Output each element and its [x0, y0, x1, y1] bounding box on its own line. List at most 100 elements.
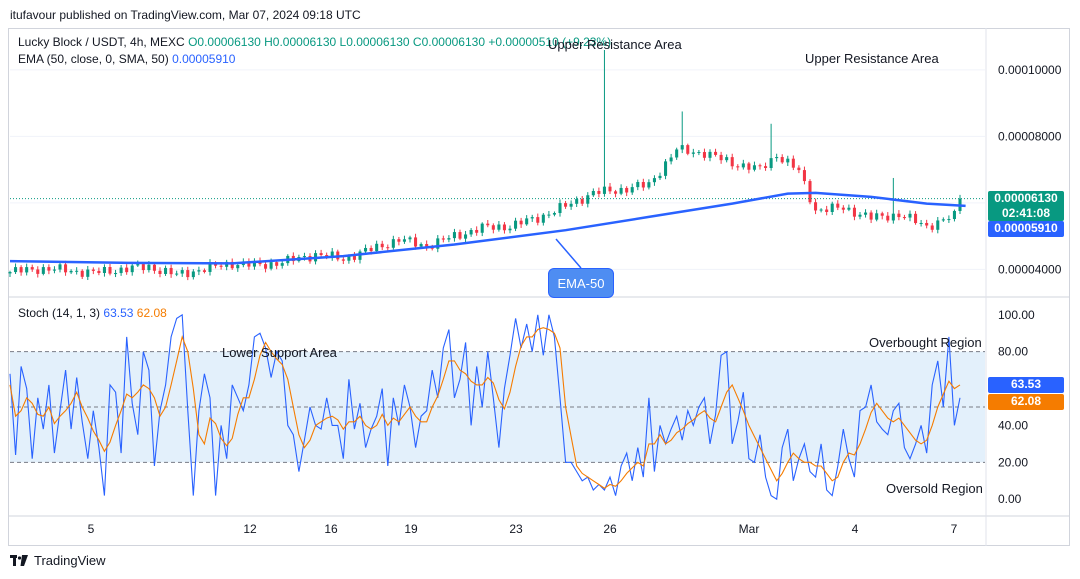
stoch-label[interactable]: Stoch (14, 1, 3) [18, 306, 100, 320]
candle-body [236, 265, 240, 269]
candle-body [219, 265, 223, 267]
time-tick-label: 23 [509, 522, 523, 536]
ema-price-tag: 0.00005910 [988, 221, 1064, 237]
candle-body [47, 267, 51, 271]
candle-body [675, 149, 679, 158]
candle-body [191, 271, 195, 278]
stoch-tick-label: 100.00 [998, 308, 1035, 322]
candle-body [797, 167, 801, 171]
candle-body [591, 190, 595, 196]
candle-body [19, 267, 23, 273]
candle-body [586, 195, 590, 204]
candle-body [319, 253, 323, 256]
candle-body [752, 165, 756, 170]
candle-body [836, 203, 840, 208]
candle-body [69, 270, 73, 273]
candle-body [180, 270, 184, 274]
candle-body [447, 238, 451, 240]
ema-50-line [9, 191, 966, 265]
candle-body [464, 234, 468, 239]
ema-legend-value: 0.00005910 [172, 52, 236, 66]
candle-body [730, 157, 734, 167]
candle-body [564, 203, 568, 207]
candle-body [30, 267, 34, 270]
time-tick-label: 19 [404, 522, 418, 536]
candle-body [686, 145, 690, 154]
candle-body [108, 266, 112, 274]
stoch-d-tag: 62.08 [988, 394, 1064, 410]
candle-body [541, 214, 545, 223]
candle-body [386, 247, 390, 249]
symbol-name[interactable]: Lucky Block / USDT, 4h, MEXC [18, 35, 185, 49]
stoch-k-legend-value: 63.53 [103, 306, 134, 320]
candle-body [597, 190, 601, 194]
candle-body [725, 157, 729, 161]
time-tick-label: 7 [951, 522, 958, 536]
candle-body [52, 269, 56, 271]
candle-body [341, 259, 345, 261]
candle-body [491, 225, 495, 230]
candle-body [114, 273, 118, 275]
ema-callout-pointer [555, 238, 582, 269]
candle-body [502, 224, 506, 231]
tradingview-logo-icon [10, 554, 28, 567]
time-tick-label: 4 [852, 522, 859, 536]
candle-body [391, 239, 395, 248]
tradingview-brand: TradingView [34, 553, 106, 568]
upper-resistance-label-1: Upper Resistance Area [548, 37, 682, 52]
candle-body [897, 213, 901, 218]
candle-body [914, 213, 918, 224]
candle-body [680, 145, 684, 150]
candle-body [652, 178, 656, 183]
candle-body [419, 244, 423, 247]
candle-body [141, 264, 145, 271]
candle-body [758, 165, 762, 167]
candle-body [614, 191, 618, 194]
candle-body [947, 219, 951, 221]
candle-body [269, 262, 273, 269]
ema-label[interactable]: EMA (50, close, 0, SMA, 50) [18, 52, 169, 66]
candle-body [102, 266, 106, 273]
last-price-value: 0.00006130 [994, 191, 1058, 205]
candle-body [886, 215, 890, 221]
candle-body [580, 199, 584, 204]
candle-body [941, 219, 945, 221]
candle-body [786, 158, 790, 163]
price-tick-label: 0.00010000 [998, 63, 1062, 77]
candle-body [780, 157, 784, 163]
candle-body [514, 220, 518, 229]
candle-body [91, 269, 95, 271]
candle-body [75, 270, 79, 272]
candle-body [819, 209, 823, 211]
candle-body [714, 151, 718, 155]
overbought-label: Overbought Region [869, 335, 982, 350]
time-tick-label: 12 [243, 522, 257, 536]
candle-body [475, 229, 479, 233]
candle-body [619, 187, 623, 194]
candle-body [186, 270, 190, 278]
candle-body [364, 247, 368, 252]
candle-body [647, 182, 651, 188]
candle-body [625, 187, 629, 193]
stoch-tick-label: 80.00 [998, 345, 1028, 359]
candle-body [441, 238, 445, 240]
candle-body [536, 217, 540, 223]
ema-legend: EMA (50, close, 0, SMA, 50) 0.00005910 [18, 52, 235, 66]
candle-body [569, 203, 573, 207]
candle-body [497, 224, 501, 230]
candle-body [769, 158, 773, 168]
upper-resistance-label-2: Upper Resistance Area [805, 51, 939, 66]
stoch-tick-label: 40.00 [998, 418, 1028, 432]
candle-body [197, 270, 201, 272]
stoch-d-legend-value: 62.08 [136, 306, 167, 320]
candle-body [164, 267, 168, 274]
tradingview-footer: TradingView [10, 553, 106, 568]
candle-body [847, 207, 851, 210]
bar-countdown: 02:41:08 [1001, 206, 1051, 220]
candle-body [397, 239, 401, 242]
candle-body [814, 202, 818, 211]
candle-body [658, 175, 662, 179]
candle-body [602, 186, 606, 194]
price-tick-label: 0.00004000 [998, 262, 1062, 276]
candle-body [97, 270, 101, 273]
